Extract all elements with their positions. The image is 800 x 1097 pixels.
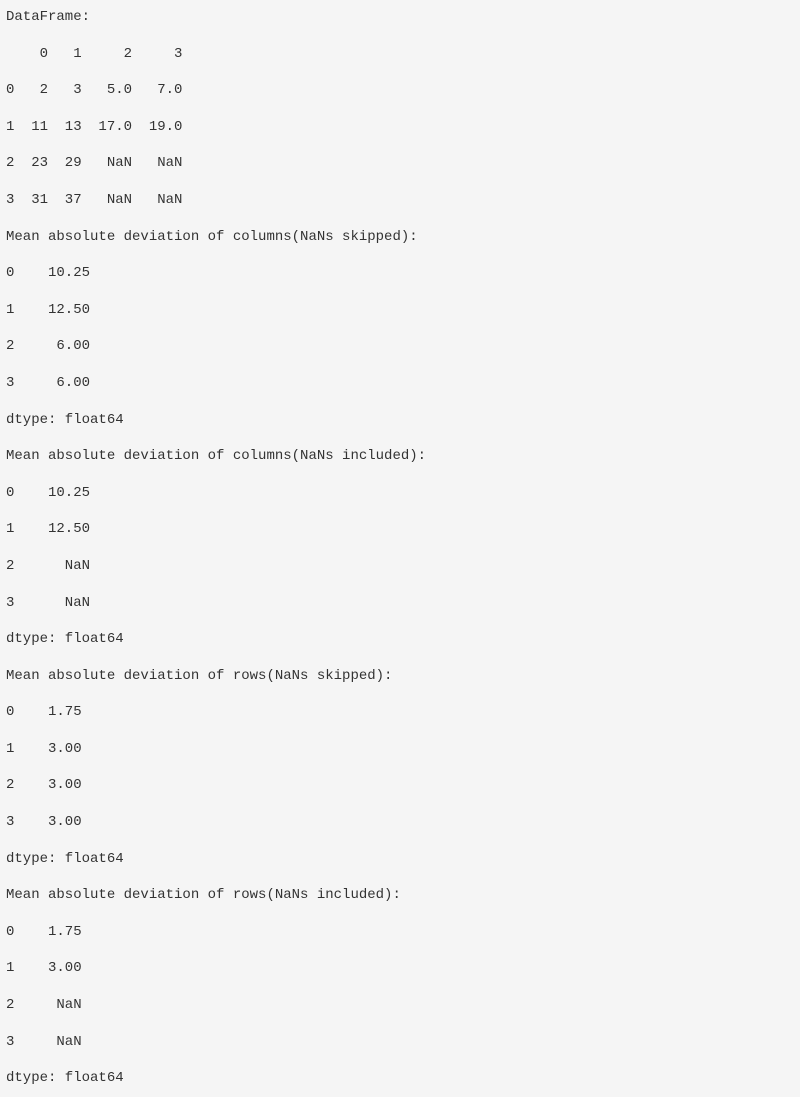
output-line: 0 10.25 [6,264,794,284]
output-line: 0 2 3 5.0 7.0 [6,81,794,101]
output-line: Mean absolute deviation of rows(NaNs inc… [6,886,794,906]
output-line: 2 3.00 [6,776,794,796]
code-output-block: DataFrame: 0 1 2 3 0 2 3 5.0 7.0 1 11 13… [6,8,794,1089]
output-line: 1 11 13 17.0 19.0 [6,118,794,138]
output-line: Mean absolute deviation of columns(NaNs … [6,228,794,248]
output-line: dtype: float64 [6,411,794,431]
output-line: dtype: float64 [6,1069,794,1089]
output-line: dtype: float64 [6,850,794,870]
output-line: 1 3.00 [6,740,794,760]
output-line: Mean absolute deviation of columns(NaNs … [6,447,794,467]
output-line: 3 6.00 [6,374,794,394]
output-line: 3 3.00 [6,813,794,833]
output-line: 1 12.50 [6,301,794,321]
output-line: 0 10.25 [6,484,794,504]
output-line: Mean absolute deviation of rows(NaNs ski… [6,667,794,687]
output-line: 0 1.75 [6,923,794,943]
output-line: 3 31 37 NaN NaN [6,191,794,211]
output-line: dtype: float64 [6,630,794,650]
output-line: 1 3.00 [6,959,794,979]
output-line: 0 1 2 3 [6,45,794,65]
output-line: 2 NaN [6,557,794,577]
output-line: 3 NaN [6,594,794,614]
output-line: DataFrame: [6,8,794,28]
output-line: 2 6.00 [6,337,794,357]
output-line: 0 1.75 [6,703,794,723]
output-line: 2 NaN [6,996,794,1016]
output-line: 1 12.50 [6,520,794,540]
output-line: 3 NaN [6,1033,794,1053]
output-line: 2 23 29 NaN NaN [6,154,794,174]
